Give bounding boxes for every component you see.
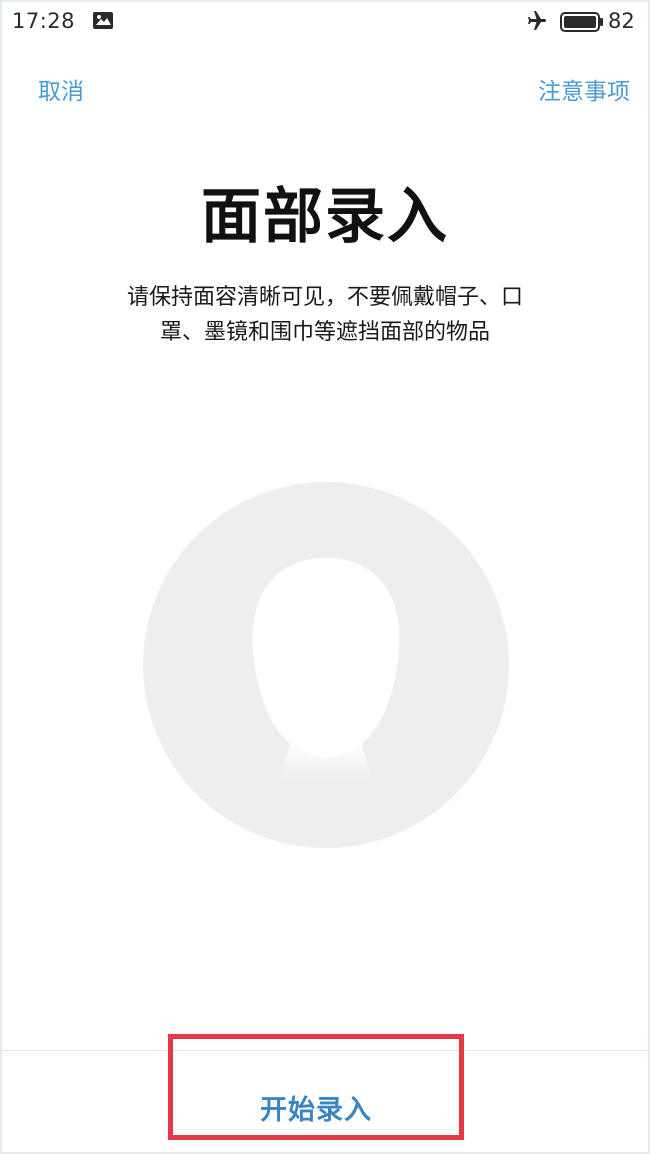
battery-level: 82 [608, 9, 635, 33]
page-title: 面部录入 [201, 182, 449, 252]
status-time: 17:28 [12, 9, 76, 33]
instruction-line-2: 罩、墨镜和围巾等遮挡面部的物品 [159, 320, 490, 345]
status-bar: 17:28 82 [0, 0, 650, 44]
cancel-button[interactable]: 取消 [38, 72, 84, 106]
notes-link[interactable]: 注意事项 [538, 72, 630, 106]
start-enrollment-button[interactable]: 开始录入 [168, 1034, 464, 1140]
instruction-text: 请保持面容清晰可见，不要佩戴帽子、口 罩、墨镜和围巾等遮挡面部的物品 [90, 280, 560, 350]
instruction-line-1: 请保持面容清晰可见，不要佩戴帽子、口 [126, 285, 523, 310]
airplane-mode-icon [528, 11, 546, 30]
battery-icon [560, 12, 603, 32]
face-outline-icon [143, 482, 509, 848]
image-notification-icon [93, 12, 113, 29]
start-enrollment-label: 开始录入 [260, 1094, 372, 1126]
